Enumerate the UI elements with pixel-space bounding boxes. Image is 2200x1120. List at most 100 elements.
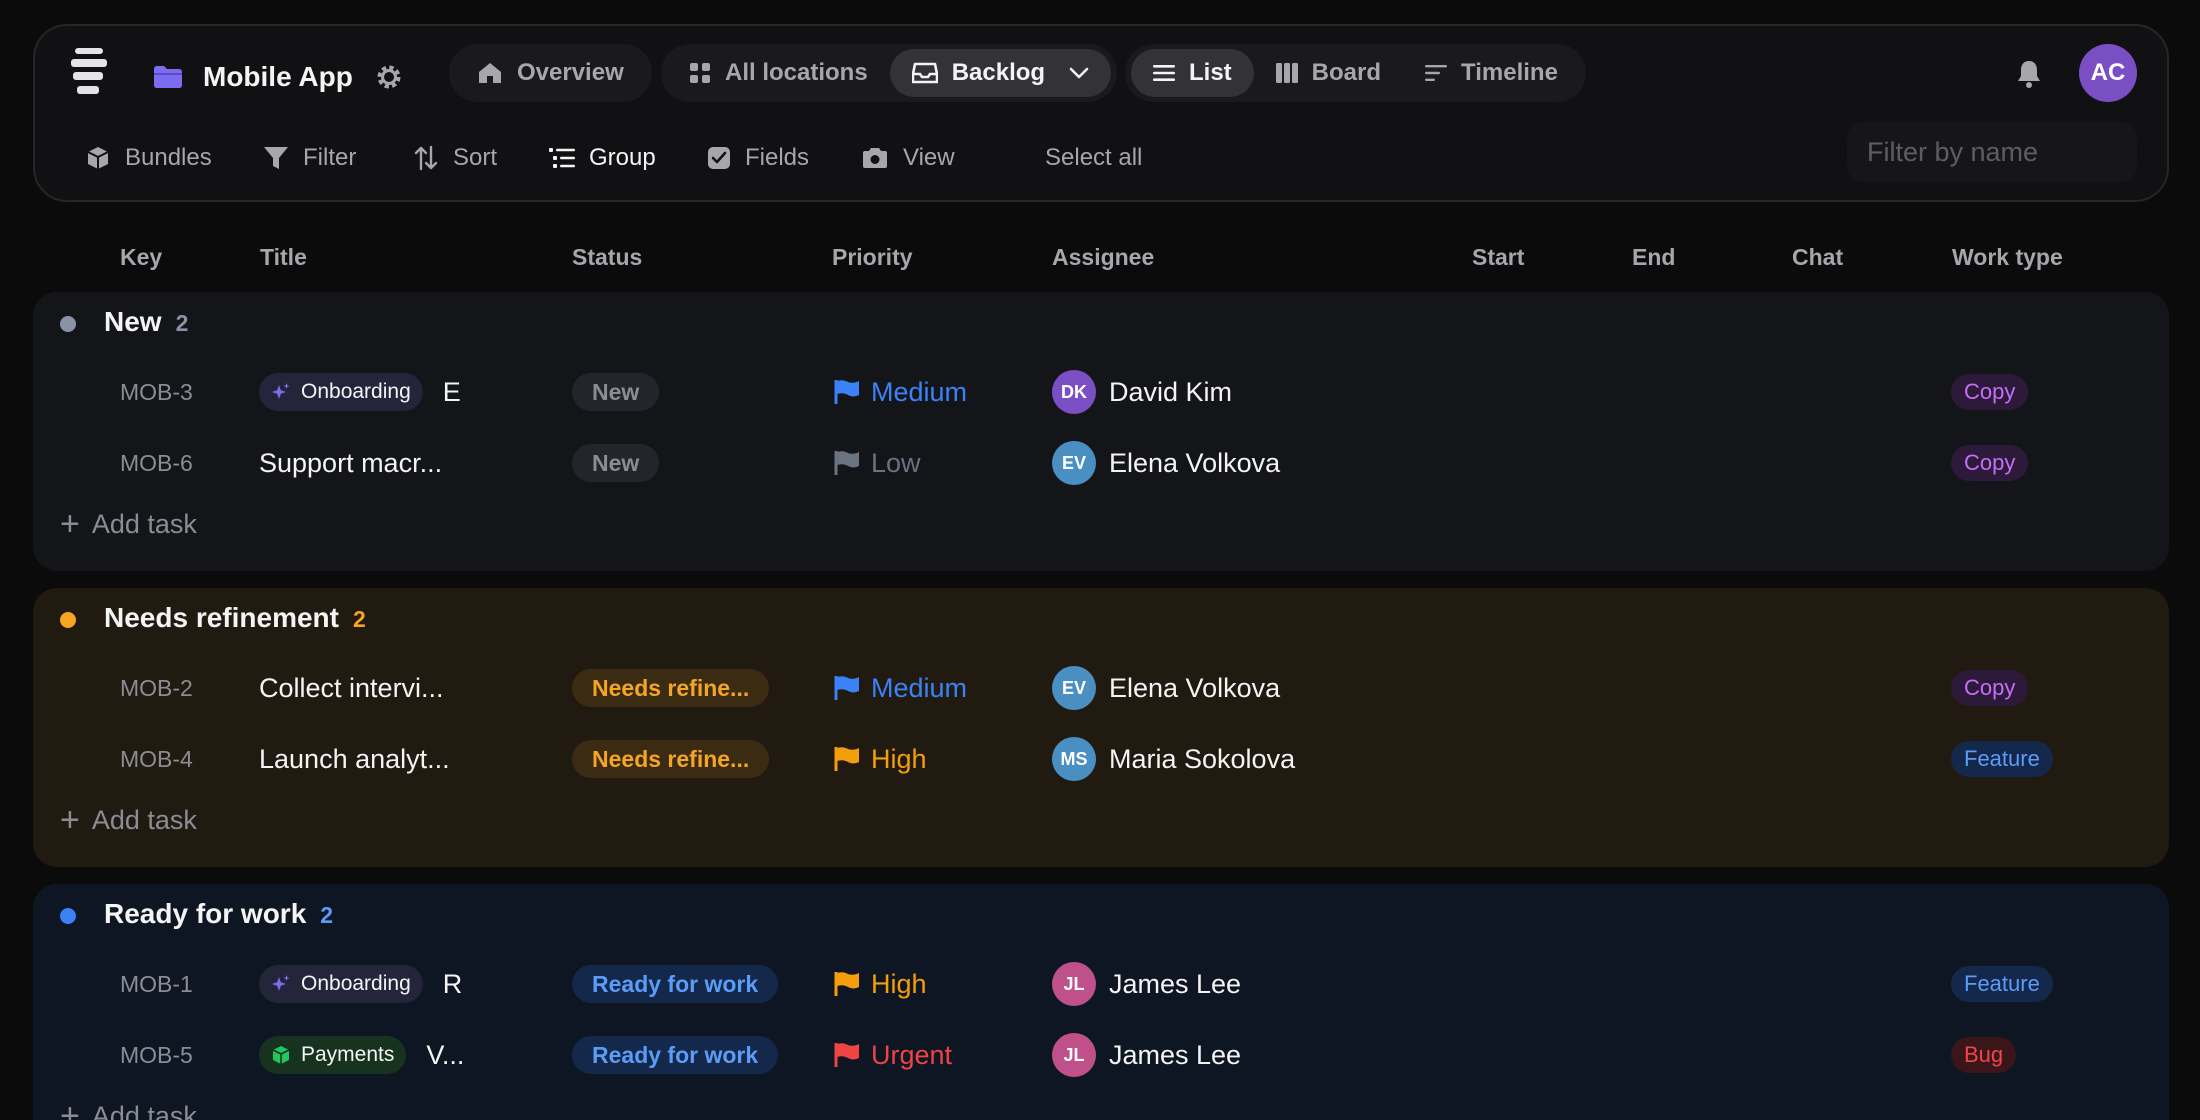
filter-button[interactable]: Filter bbox=[263, 134, 356, 182]
add-task-button[interactable]: + Add task bbox=[60, 796, 197, 844]
work-type-cell[interactable]: Feature bbox=[1951, 951, 2053, 1017]
priority-cell[interactable]: Medium bbox=[833, 655, 967, 721]
cube-icon bbox=[272, 1046, 290, 1064]
project-header: Mobile App bbox=[153, 56, 403, 98]
bundles-label: Bundles bbox=[125, 144, 212, 171]
column-header-work-type[interactable]: Work type bbox=[1952, 244, 2063, 271]
status-badge: New bbox=[572, 444, 660, 482]
chevron-down-icon[interactable] bbox=[1069, 67, 1089, 79]
task-title-cell[interactable]: Payments V... bbox=[259, 1022, 464, 1088]
task-title[interactable]: Support macr... bbox=[259, 430, 442, 496]
work-type-badge: Feature bbox=[1951, 966, 2053, 1002]
board-view-tab[interactable]: Board bbox=[1254, 49, 1403, 97]
work-type-cell[interactable]: Copy bbox=[1951, 655, 2029, 721]
priority-cell[interactable]: Urgent bbox=[833, 1022, 952, 1088]
filter-by-name-input[interactable] bbox=[1847, 122, 2137, 182]
work-type-cell[interactable]: Copy bbox=[1951, 430, 2029, 496]
work-type-cell[interactable]: Feature bbox=[1951, 726, 2053, 792]
task-title[interactable]: Collect intervi... bbox=[259, 655, 444, 721]
group-header[interactable]: Ready for work 2 bbox=[33, 884, 2169, 948]
assignee-cell[interactable]: EV Elena Volkova bbox=[1052, 655, 1280, 721]
top-bar: Mobile App Overview All locations Backlo… bbox=[33, 24, 2169, 202]
group-button[interactable]: Group bbox=[549, 134, 656, 182]
bundles-button[interactable]: Bundles bbox=[85, 134, 212, 182]
list-view-tab[interactable]: List bbox=[1131, 49, 1254, 97]
priority-cell[interactable]: Low bbox=[833, 430, 921, 496]
tag-chip[interactable]: Payments bbox=[259, 1036, 407, 1074]
task-key: MOB-4 bbox=[120, 745, 193, 772]
sort-button[interactable]: Sort bbox=[413, 134, 497, 182]
backlog-tab[interactable]: Backlog bbox=[889, 49, 1112, 97]
status-cell[interactable]: Ready for work bbox=[572, 951, 779, 1017]
status-badge: Ready for work bbox=[572, 1036, 779, 1074]
task-title-cell[interactable]: Onboarding R bbox=[259, 951, 462, 1017]
table-row[interactable]: MOB-5 Payments V... Ready for work Urgen… bbox=[33, 1022, 2169, 1088]
status-cell[interactable]: New bbox=[572, 359, 660, 425]
project-name[interactable]: Mobile App bbox=[203, 61, 353, 93]
grid-icon bbox=[690, 63, 710, 83]
avatar: EV bbox=[1052, 666, 1096, 710]
timeline-view-tab[interactable]: Timeline bbox=[1403, 49, 1580, 97]
column-header-end[interactable]: End bbox=[1632, 244, 1675, 271]
all-locations-tab[interactable]: All locations bbox=[667, 49, 890, 97]
status-cell[interactable]: Needs refine... bbox=[572, 655, 770, 721]
column-header-status[interactable]: Status bbox=[572, 244, 642, 271]
flag-icon bbox=[834, 972, 859, 996]
assignee-name: David Kim bbox=[1109, 376, 1233, 407]
assignee-name: Elena Volkova bbox=[1109, 672, 1281, 703]
timeline-label: Timeline bbox=[1461, 59, 1558, 86]
flag-icon bbox=[834, 747, 859, 771]
group-header[interactable]: New 2 bbox=[33, 292, 2169, 356]
task-title[interactable]: Launch analyt... bbox=[259, 726, 450, 792]
task-title-cell[interactable]: Onboarding E bbox=[259, 359, 461, 425]
column-header-title[interactable]: Title bbox=[260, 244, 307, 271]
avatar: JL bbox=[1052, 962, 1096, 1006]
tag-chip[interactable]: Onboarding bbox=[259, 373, 423, 411]
task-key: MOB-3 bbox=[120, 378, 193, 405]
group-header[interactable]: Needs refinement 2 bbox=[33, 588, 2169, 652]
app-logo-icon[interactable] bbox=[69, 48, 109, 100]
priority-cell[interactable]: High bbox=[833, 726, 927, 792]
group-new: New 2 MOB-3 Onboarding E New Medium DK Da… bbox=[33, 292, 2169, 571]
select-all-button[interactable]: Select all bbox=[1045, 134, 1142, 182]
priority-cell[interactable]: High bbox=[833, 951, 927, 1017]
column-header-key[interactable]: Key bbox=[120, 244, 162, 271]
table-row[interactable]: MOB-6 Support macr... New Low EV Elena V… bbox=[33, 430, 2169, 496]
settings-gear-icon[interactable] bbox=[375, 63, 403, 91]
column-header-priority[interactable]: Priority bbox=[832, 244, 913, 271]
assignee-cell[interactable]: JL James Lee bbox=[1052, 951, 1241, 1017]
add-task-label: Add task bbox=[91, 1100, 197, 1120]
assignee-cell[interactable]: DK David Kim bbox=[1052, 359, 1232, 425]
tag-chip[interactable]: Onboarding bbox=[259, 965, 423, 1003]
work-type-cell[interactable]: Bug bbox=[1951, 1022, 2017, 1088]
select-all-label: Select all bbox=[1045, 144, 1143, 171]
status-badge: Needs refine... bbox=[572, 669, 770, 707]
priority-label: High bbox=[871, 743, 927, 774]
assignee-cell[interactable]: JL James Lee bbox=[1052, 1022, 1241, 1088]
table-row[interactable]: MOB-2 Collect intervi... Needs refine...… bbox=[33, 655, 2169, 721]
table-row[interactable]: MOB-3 Onboarding E New Medium DK David K… bbox=[33, 359, 2169, 425]
table-row[interactable]: MOB-1 Onboarding R Ready for work High J… bbox=[33, 951, 2169, 1017]
priority-label: Low bbox=[871, 447, 921, 478]
work-type-badge: Feature bbox=[1951, 741, 2053, 777]
fields-button[interactable]: Fields bbox=[707, 134, 809, 182]
add-task-label: Add task bbox=[91, 508, 197, 539]
work-type-cell[interactable]: Copy bbox=[1951, 359, 2029, 425]
status-cell[interactable]: New bbox=[572, 430, 660, 496]
overview-tab[interactable]: Overview bbox=[455, 49, 646, 97]
checkbox-icon bbox=[708, 147, 730, 169]
column-header-assignee[interactable]: Assignee bbox=[1052, 244, 1154, 271]
column-header-chat[interactable]: Chat bbox=[1792, 244, 1843, 271]
notifications-bell-icon[interactable] bbox=[2013, 58, 2045, 90]
column-header-start[interactable]: Start bbox=[1472, 244, 1524, 271]
status-cell[interactable]: Ready for work bbox=[572, 1022, 779, 1088]
view-button[interactable]: View bbox=[861, 134, 955, 182]
assignee-cell[interactable]: MS Maria Sokolova bbox=[1052, 726, 1295, 792]
add-task-button[interactable]: + Add task bbox=[60, 1092, 197, 1120]
priority-cell[interactable]: Medium bbox=[833, 359, 967, 425]
add-task-button[interactable]: + Add task bbox=[60, 500, 197, 548]
assignee-cell[interactable]: EV Elena Volkova bbox=[1052, 430, 1280, 496]
table-row[interactable]: MOB-4 Launch analyt... Needs refine... H… bbox=[33, 726, 2169, 792]
user-avatar[interactable]: AC bbox=[2079, 44, 2137, 102]
status-cell[interactable]: Needs refine... bbox=[572, 726, 770, 792]
